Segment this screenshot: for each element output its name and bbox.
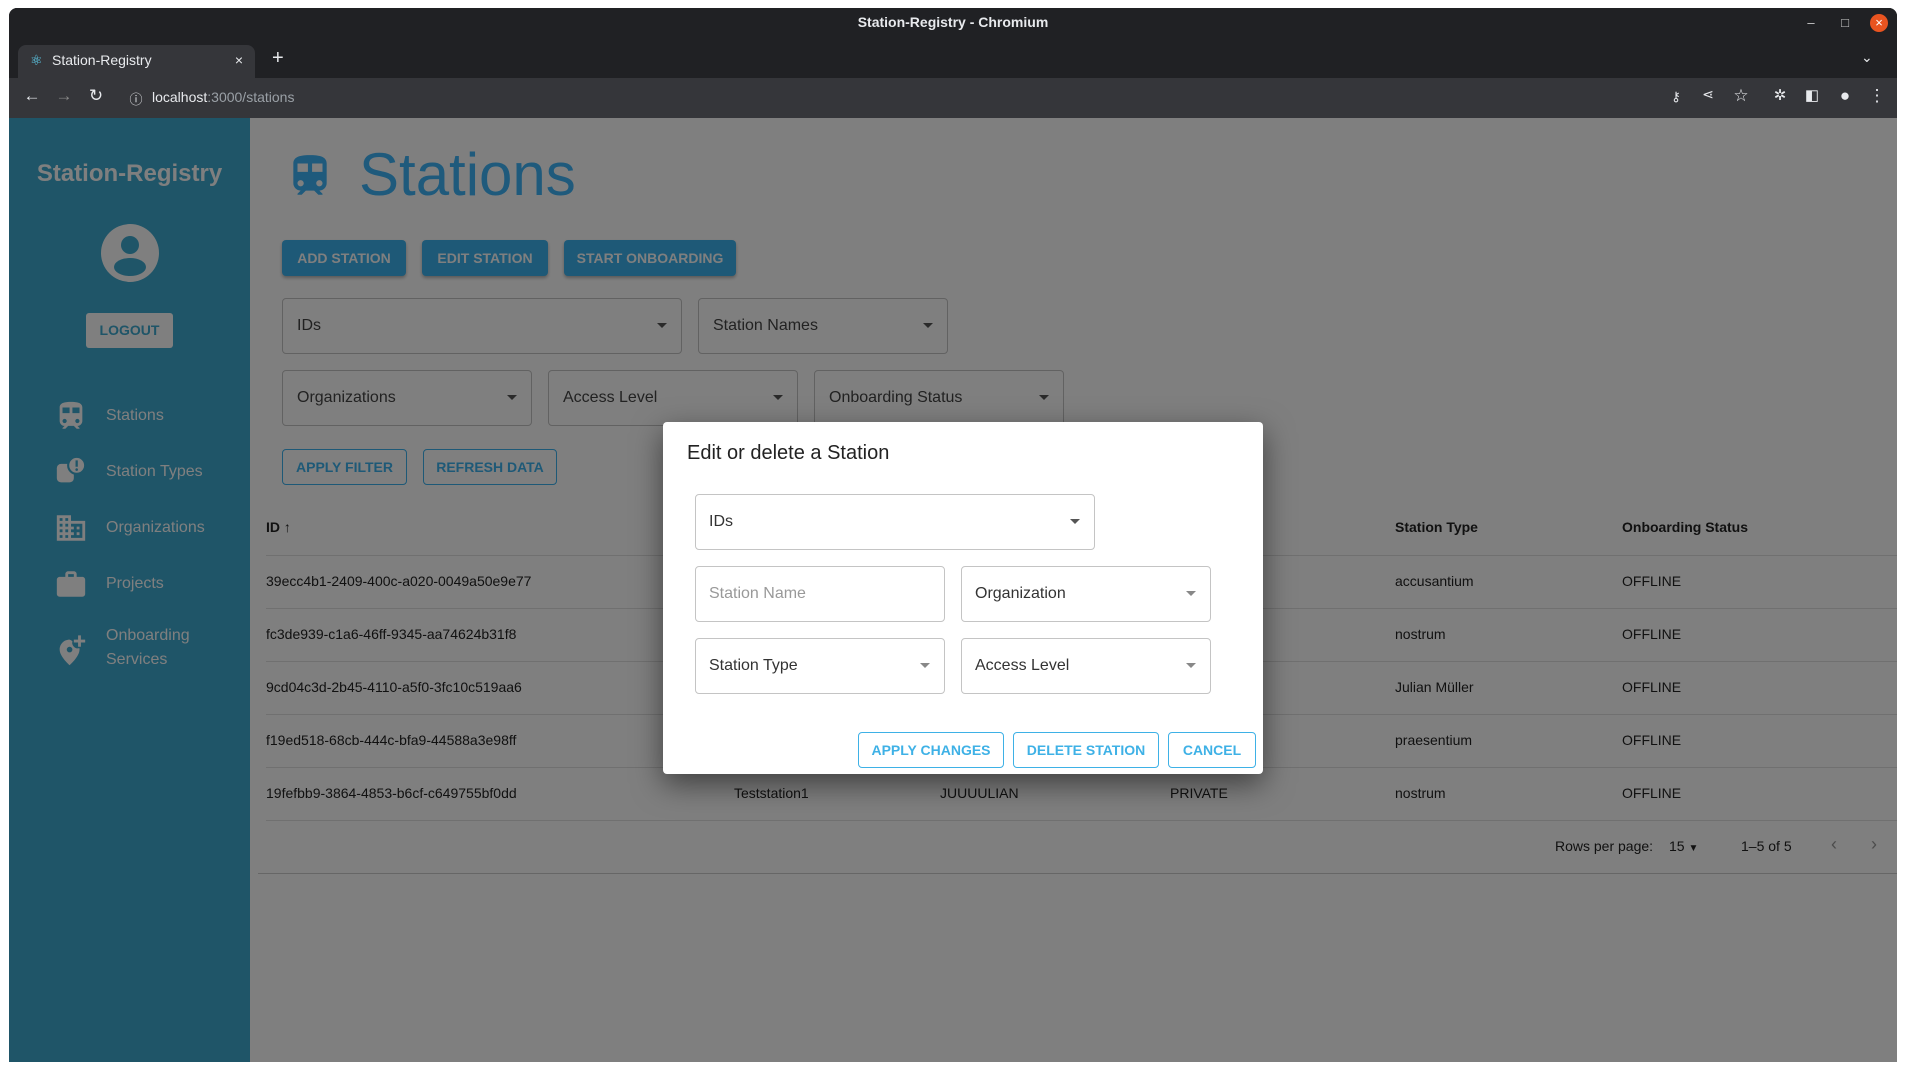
dropdown-arrow-icon <box>920 663 930 668</box>
reload-icon[interactable]: ↻ <box>85 86 107 106</box>
maximize-icon[interactable]: □ <box>1836 14 1854 32</box>
ids-select[interactable]: IDs <box>695 494 1095 550</box>
close-window-icon[interactable]: × <box>1870 14 1888 32</box>
apply-changes-button[interactable]: APPLY CHANGES <box>858 732 1004 768</box>
share-icon[interactable]: ⋖ <box>1697 86 1719 103</box>
tab-title: Station-Registry <box>52 52 152 68</box>
url-path: :3000/stations <box>207 89 295 105</box>
close-tab-icon[interactable]: × <box>235 45 243 75</box>
minimize-icon[interactable]: – <box>1802 14 1820 32</box>
dropdown-arrow-icon <box>1186 591 1196 596</box>
dropdown-arrow-icon <box>1070 519 1080 524</box>
page-content: Station-Registry LOGOUT Stations Station… <box>9 118 1897 1062</box>
delete-station-button[interactable]: DELETE STATION <box>1013 732 1159 768</box>
url-bar[interactable]: localhost:3000/stations <box>152 89 294 105</box>
browser-tab[interactable]: ⚛ Station-Registry × <box>18 45 255 78</box>
organization-select[interactable]: Organization <box>961 566 1211 622</box>
edit-station-dialog: Edit or delete a Station IDs Station Nam… <box>663 422 1263 774</box>
dropdown-arrow-icon <box>1186 663 1196 668</box>
select-label: Organization <box>975 585 1066 602</box>
url-host: localhost <box>152 89 208 105</box>
react-favicon-icon: ⚛ <box>30 52 43 68</box>
window-title: Station-Registry - Chromium <box>9 8 1897 45</box>
cancel-button[interactable]: CANCEL <box>1168 732 1256 768</box>
access-level-select[interactable]: Access Level <box>961 638 1211 694</box>
site-info-icon[interactable]: ⓘ <box>125 89 147 108</box>
side-panel-icon[interactable]: ◧ <box>1801 86 1823 104</box>
station-name-input[interactable]: Station Name <box>695 566 945 622</box>
browser-window: Station-Registry - Chromium – □ × ⚛ Stat… <box>9 8 1897 1062</box>
back-icon[interactable]: ← <box>21 86 43 106</box>
new-tab-icon[interactable]: + <box>272 47 284 70</box>
forward-icon[interactable]: → <box>53 86 75 106</box>
extensions-icon[interactable]: ✲ <box>1769 86 1791 104</box>
station-type-select[interactable]: Station Type <box>695 638 945 694</box>
key-icon[interactable]: ⚷ <box>1665 89 1687 105</box>
bookmark-star-icon[interactable]: ☆ <box>1730 86 1752 106</box>
dialog-title: Edit or delete a Station <box>687 442 890 464</box>
select-label: Station Type <box>709 657 798 674</box>
menu-icon[interactable]: ⋮ <box>1866 86 1888 106</box>
select-label: Access Level <box>975 657 1070 674</box>
profile-icon[interactable]: ● <box>1834 86 1856 106</box>
select-label: IDs <box>709 513 733 530</box>
tab-list-chevron-icon[interactable]: ⌄ <box>1861 49 1873 66</box>
